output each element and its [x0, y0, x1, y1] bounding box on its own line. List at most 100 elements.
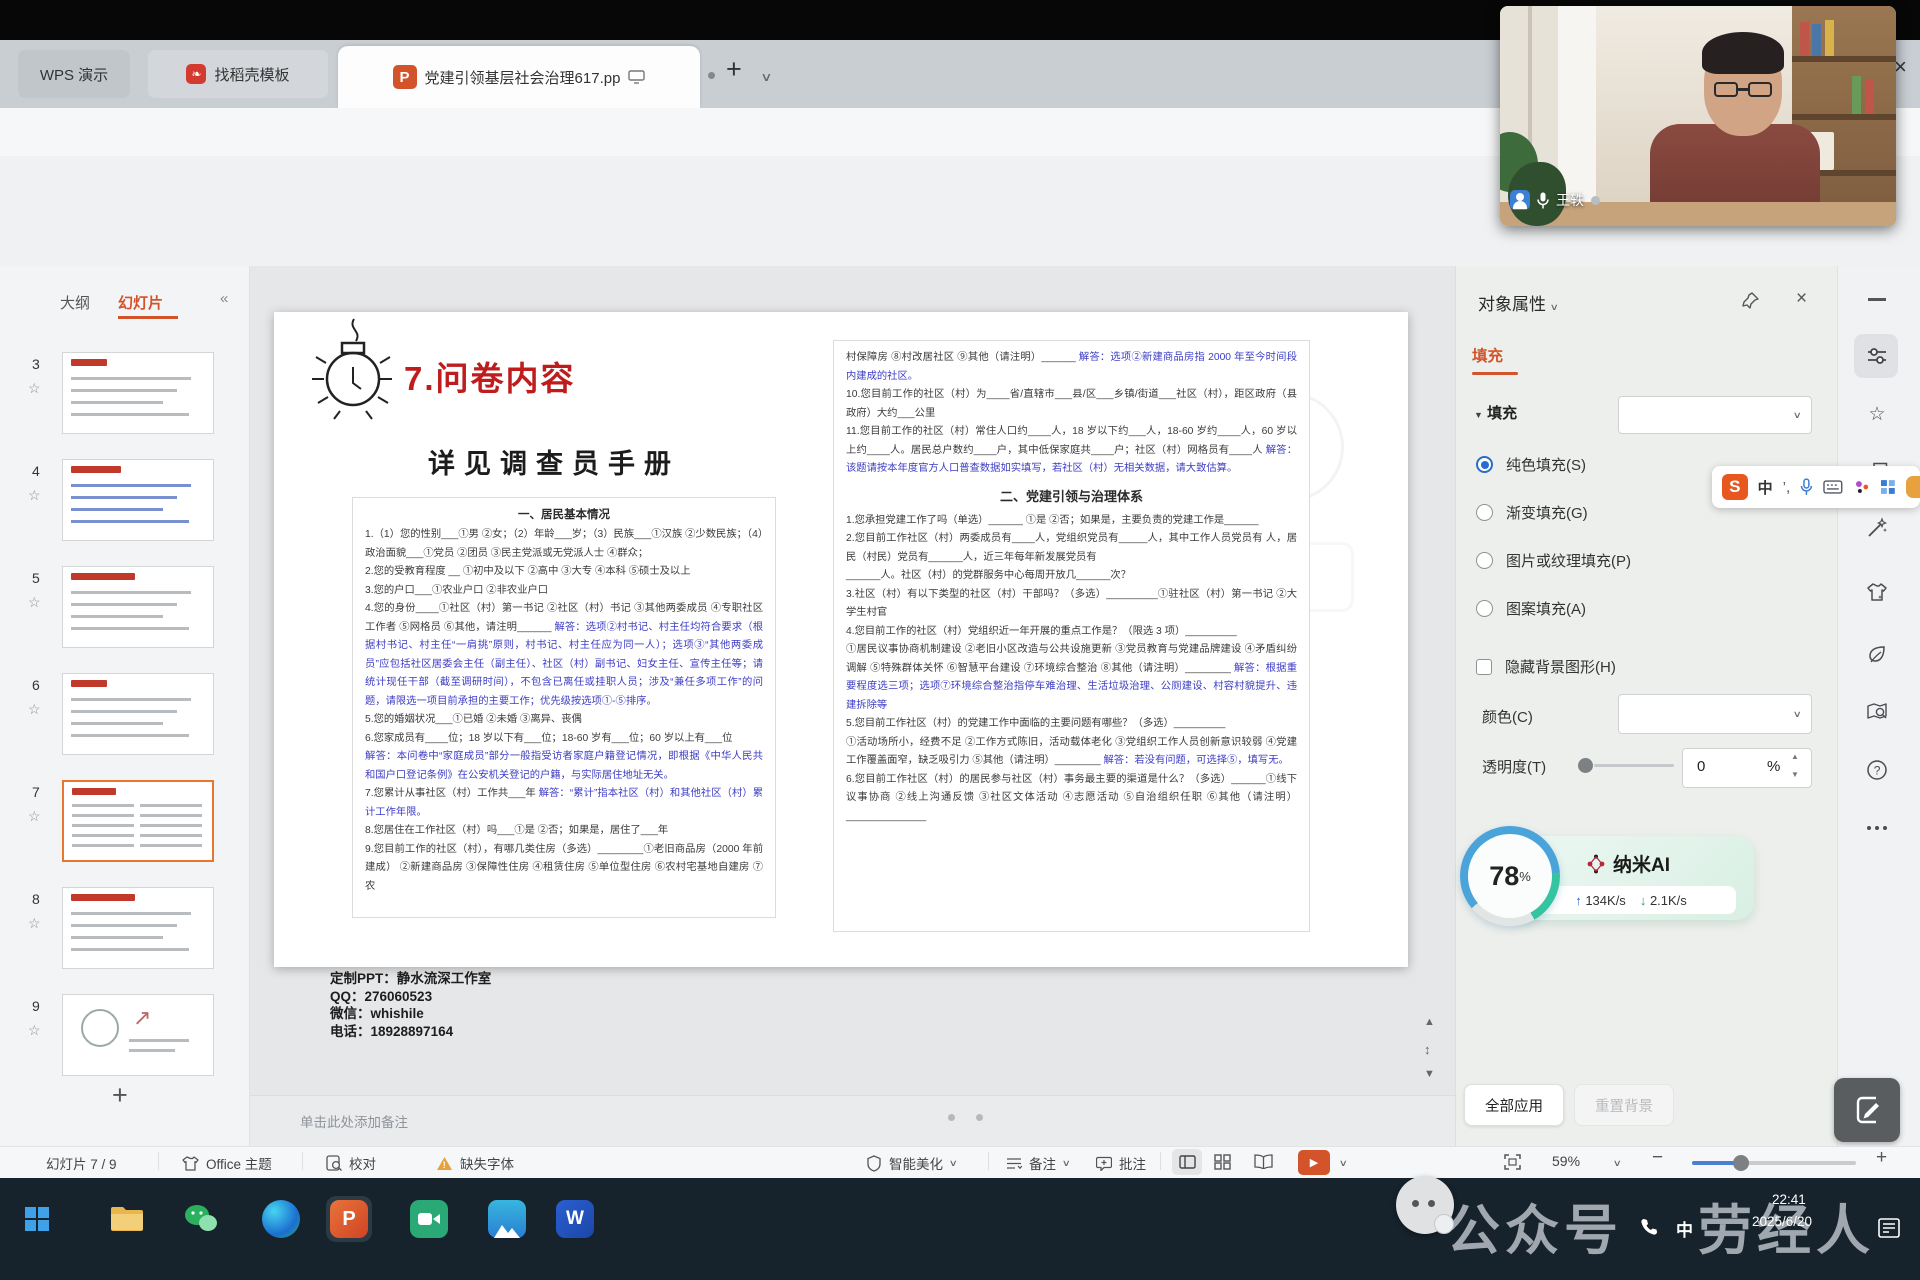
notes-button[interactable]: 备注∨ — [1006, 1153, 1070, 1173]
pin-icon[interactable] — [1742, 292, 1759, 309]
prev-next-slide-icon[interactable]: ↕ — [1424, 1042, 1431, 1057]
mountain-app-icon[interactable] — [484, 1196, 530, 1242]
fill-section-header[interactable]: ▼ 填充 — [1474, 402, 1517, 423]
ime-lang-indicator[interactable]: 中 — [1758, 477, 1773, 498]
design-shirt-icon[interactable] — [1855, 570, 1899, 614]
help-icon[interactable]: ? — [1855, 748, 1899, 792]
left-question-textbox[interactable]: 一、居民基本情况 1.（1）您的性别___①男 ②女；（2）年龄___岁；（3）… — [352, 497, 776, 918]
thumbnail-star-icon[interactable]: ☆ — [28, 594, 41, 611]
fill-tab[interactable]: 填充 — [1472, 344, 1503, 366]
transparency-input[interactable]: 0 % ▲ ▼ — [1682, 748, 1812, 788]
floating-chat-ball[interactable] — [1396, 1176, 1454, 1234]
fill-style-dropdown[interactable]: ∨ — [1618, 396, 1812, 434]
zoom-slider-thumb[interactable] — [1733, 1155, 1749, 1171]
document-tab[interactable]: P 党建引领基层社会治理617.pp — [338, 46, 700, 108]
thumbnail-star-icon[interactable]: ☆ — [28, 1022, 41, 1039]
spinner-up-icon[interactable]: ▲ — [1791, 752, 1799, 761]
find-replace-icon[interactable] — [1855, 690, 1899, 734]
ime-punctuation-icon[interactable]: ’, — [1783, 479, 1791, 496]
more-options-icon[interactable] — [1855, 806, 1899, 850]
ime-mic-icon[interactable] — [1800, 478, 1813, 496]
notes-bar[interactable]: 单击此处添加备注 — [250, 1095, 1455, 1146]
right-question-textbox[interactable]: 村保障房 ⑧村改居社区 ⑨其他（请注明）______ 解答：选项②新建商品房指 … — [833, 340, 1310, 932]
slide-thumbnail-4[interactable]: 4☆ — [0, 459, 250, 559]
edge-browser-icon[interactable] — [258, 1196, 304, 1242]
nami-ai-gauge[interactable]: 78% — [1460, 826, 1560, 926]
comments-button[interactable]: 批注 — [1096, 1153, 1146, 1173]
ime-keyboard-icon[interactable] — [1823, 480, 1843, 494]
tab-list-chevron-icon[interactable]: ∨ — [760, 70, 772, 84]
tray-clock-time[interactable]: 22:41 — [1772, 1192, 1806, 1207]
tray-phone-icon[interactable] — [1640, 1218, 1658, 1236]
slide-title[interactable]: 7.问卷内容 — [404, 352, 576, 400]
wechat-icon[interactable] — [178, 1196, 224, 1242]
office-theme-button[interactable]: Office 主题 — [182, 1153, 272, 1173]
ime-grid-icon[interactable] — [1880, 479, 1896, 495]
proofread-button[interactable]: 校对 — [326, 1153, 376, 1173]
start-button[interactable] — [14, 1196, 60, 1242]
play-options-chevron-icon[interactable]: ∨ — [1339, 1158, 1348, 1169]
tray-clock-date[interactable]: 2025/6/20 — [1752, 1214, 1812, 1229]
zoom-chevron-icon[interactable]: ∨ — [1613, 1158, 1622, 1169]
thumbnail-star-icon[interactable]: ☆ — [28, 487, 41, 504]
scroll-down-icon[interactable]: ▼ — [1424, 1068, 1435, 1080]
webcam-overlay[interactable]: 王轶 — [1500, 6, 1896, 226]
word-icon[interactable]: W — [552, 1196, 598, 1242]
file-explorer-icon[interactable] — [104, 1196, 150, 1242]
slide-thumbnail-3[interactable]: 3☆ — [0, 352, 250, 452]
template-store-tab[interactable]: ❧ 找稻壳模板 — [148, 50, 328, 98]
eco-leaf-icon[interactable] — [1855, 632, 1899, 676]
new-tab-button[interactable]: + — [726, 54, 742, 85]
thumbnail-star-icon[interactable]: ☆ — [28, 808, 41, 825]
effects-star-icon[interactable]: ☆ — [1855, 392, 1899, 436]
zoom-in-button[interactable]: + — [1876, 1147, 1887, 1169]
tab-outline[interactable]: 大纲 — [60, 292, 90, 313]
fill-option-3[interactable]: 图片或纹理填充(P) — [1476, 550, 1631, 571]
spinner-down-icon[interactable]: ▼ — [1791, 770, 1799, 779]
ime-skin-icon[interactable] — [1853, 478, 1871, 496]
color-dropdown[interactable]: ∨ — [1618, 694, 1812, 734]
object-properties-strip-icon[interactable] — [1855, 334, 1899, 378]
tray-notification-icon[interactable] — [1878, 1218, 1900, 1238]
smart-beautify-button[interactable]: 智能美化∨ — [866, 1153, 957, 1173]
scroll-up-icon[interactable]: ▲ — [1424, 1016, 1435, 1028]
ime-toolbar[interactable]: S 中 ’, — [1712, 466, 1920, 508]
add-slide-button[interactable]: + — [112, 1080, 128, 1111]
fill-option-2[interactable]: 渐变填充(G) — [1476, 502, 1588, 523]
tray-ime-indicator[interactable]: 中 — [1676, 1216, 1693, 1241]
slide-thumbnail-7[interactable]: 7☆ — [0, 780, 250, 880]
slide-thumbnail-9[interactable]: 9☆↗ — [0, 994, 250, 1094]
slide-thumbnail-5[interactable]: 5☆ — [0, 566, 250, 666]
transparency-slider-thumb[interactable] — [1578, 758, 1593, 773]
apply-all-button[interactable]: 全部应用 — [1464, 1084, 1564, 1126]
thumbnail-star-icon[interactable]: ☆ — [28, 701, 41, 718]
slide-thumbnail-8[interactable]: 8☆ — [0, 887, 250, 987]
meeting-app-icon[interactable] — [406, 1196, 452, 1242]
fit-slide-button[interactable] — [1504, 1154, 1521, 1170]
transparency-slider-track[interactable] — [1594, 764, 1674, 767]
hide-background-checkbox[interactable]: 隐藏背景图形(H) — [1476, 656, 1616, 677]
zoom-out-button[interactable]: − — [1652, 1147, 1663, 1169]
zoom-percent[interactable]: 59% — [1552, 1153, 1580, 1169]
ime-more-icon[interactable] — [1906, 476, 1920, 498]
tab-slides[interactable]: 幻灯片 — [118, 292, 163, 313]
slide-thumbnail-6[interactable]: 6☆ — [0, 673, 250, 773]
screen-capture-button[interactable] — [1834, 1078, 1900, 1142]
thumbnail-star-icon[interactable]: ☆ — [28, 380, 41, 397]
reading-view-button[interactable] — [1254, 1154, 1273, 1169]
app-home-tab[interactable]: WPS 演示 — [18, 50, 130, 98]
slide-sorter-view-button[interactable] — [1214, 1154, 1231, 1170]
collapse-panel-icon[interactable]: « — [220, 290, 228, 307]
slide-subtitle[interactable]: 详见调查员手册 — [428, 442, 680, 481]
powerpoint-icon-active[interactable]: P — [326, 1196, 372, 1242]
reset-background-button[interactable]: 重置背景 — [1574, 1084, 1674, 1126]
collapse-strip-icon[interactable] — [1868, 298, 1886, 301]
fill-option-4[interactable]: 图案填充(A) — [1476, 598, 1586, 619]
beautify-wand-icon[interactable] — [1855, 506, 1899, 550]
fill-option-1[interactable]: 纯色填充(S) — [1476, 454, 1586, 475]
thumbnail-star-icon[interactable]: ☆ — [28, 915, 41, 932]
normal-view-button[interactable] — [1172, 1149, 1202, 1175]
missing-font-button[interactable]: !缺失字体 — [436, 1153, 514, 1173]
slideshow-play-button[interactable]: ▶ — [1298, 1150, 1330, 1175]
panel-close-icon[interactable]: × — [1796, 288, 1807, 310]
